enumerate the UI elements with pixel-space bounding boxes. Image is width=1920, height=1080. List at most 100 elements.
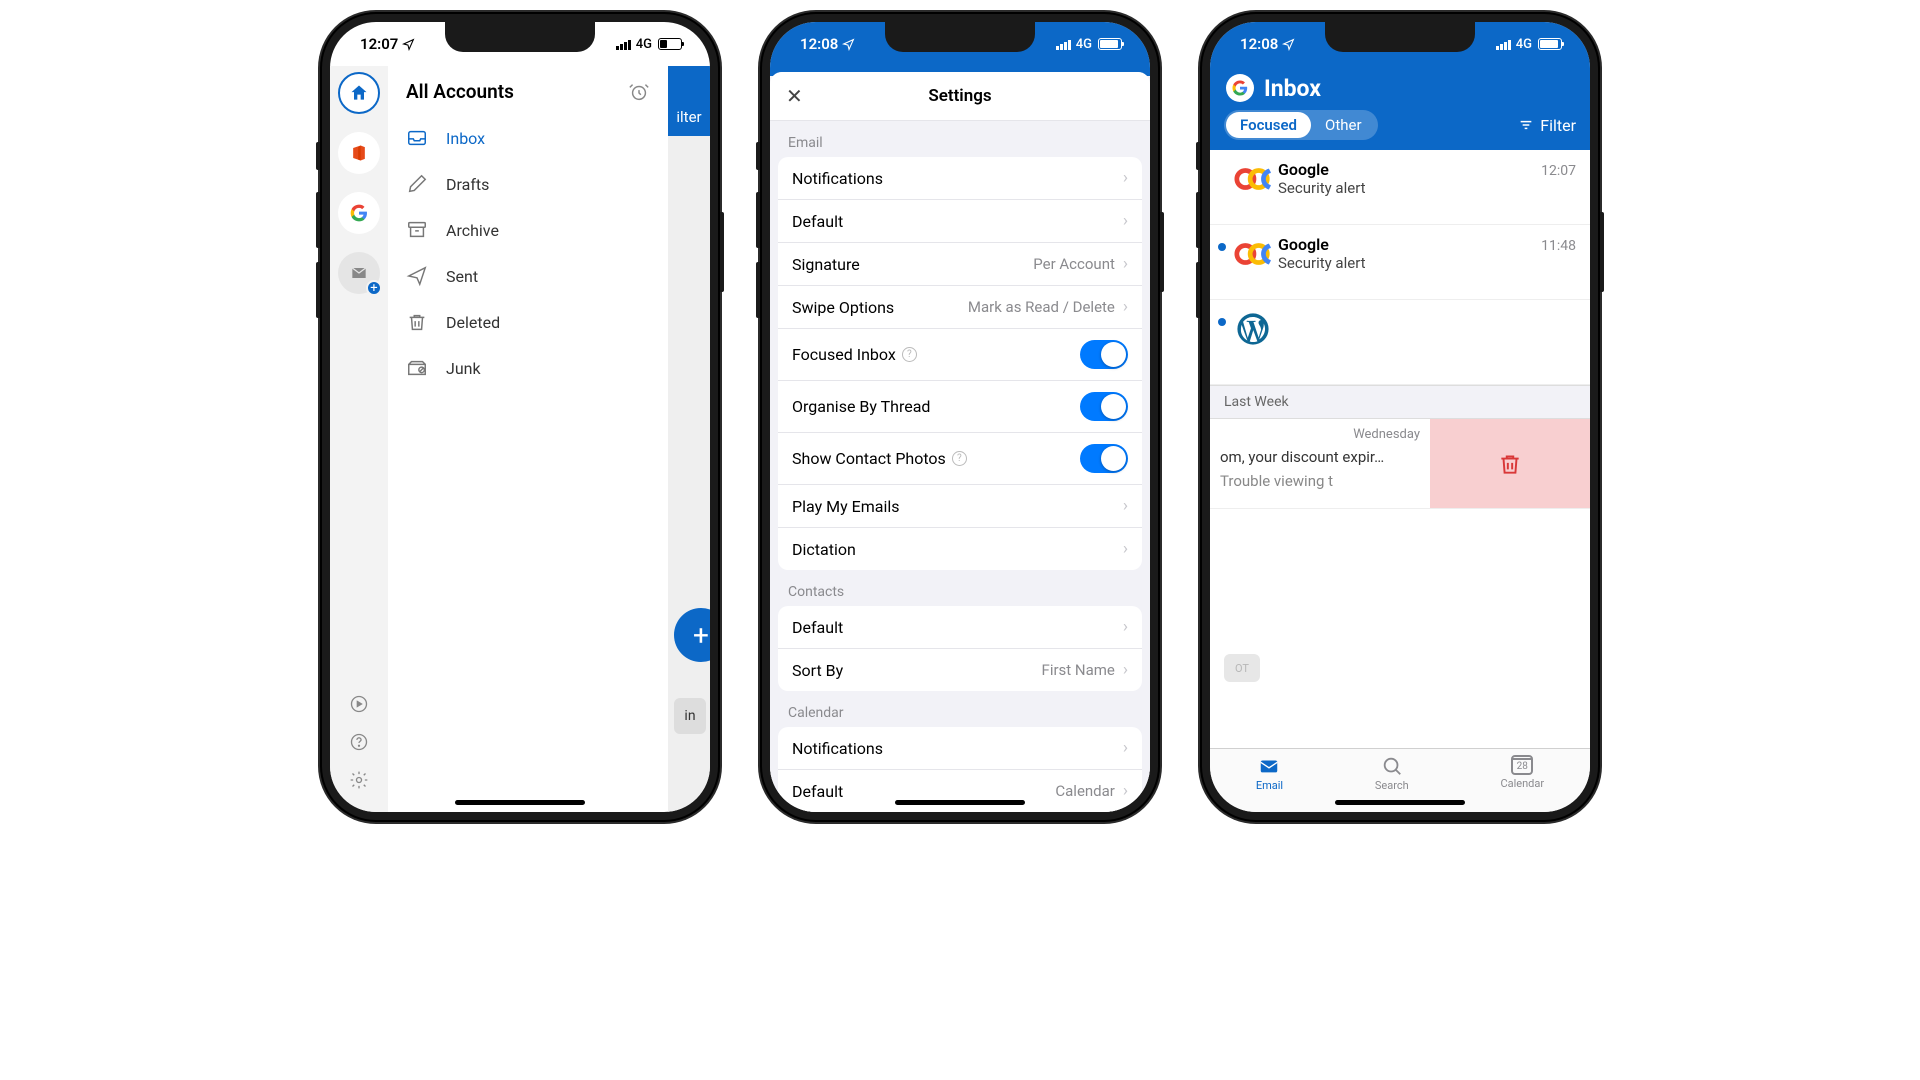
phone-frame-2: 12:08 4G ✕ Settings Email [760,12,1160,822]
archive-icon [406,219,428,241]
folder-inbox[interactable]: Inbox [406,115,668,161]
sender-avatar-icon [1234,160,1272,198]
toggle-focused-inbox[interactable] [1080,340,1128,369]
account-avatar-google[interactable] [1226,74,1254,102]
settings-title: Settings [786,86,1134,106]
message-row[interactable]: Google 12:07 Security alert [1210,150,1590,225]
tab-calendar[interactable]: 28 Calendar [1500,755,1544,790]
row-cal-notifications[interactable]: Notifications › [778,727,1142,769]
section-email-label: Email [770,121,1150,157]
play-icon[interactable] [349,694,369,714]
settings-group-email: Notifications › Default › Signature Per … [778,157,1142,570]
message-subject-partial: om, your discount expir… [1220,448,1420,466]
home-indicator[interactable] [1335,800,1465,805]
chevron-right-icon: › [1123,254,1128,274]
inbox-icon [406,127,428,149]
chevron-right-icon: › [1123,496,1128,516]
row-organise-thread: Organise By Thread [778,380,1142,432]
network-label: 4G [1516,37,1532,52]
account-rail: + [330,66,388,812]
section-contacts-label: Contacts [770,570,1150,606]
location-icon [842,38,855,51]
row-dictation[interactable]: Dictation › [778,527,1142,570]
row-signature[interactable]: Signature Per Account › [778,242,1142,285]
rail-add-account[interactable]: + [338,252,380,294]
row-sort-by[interactable]: Sort By First Name › [778,648,1142,691]
message-day: Wednesday [1220,427,1420,442]
chevron-right-icon: › [1123,781,1128,801]
message-row[interactable]: Google 11:48 Security alert [1210,225,1590,300]
rail-google-account[interactable] [338,192,380,234]
home-indicator[interactable] [455,800,585,805]
message-sender: Google [1278,160,1329,179]
focused-other-segment: Focused Other [1224,110,1378,140]
folder-deleted[interactable]: Deleted [406,299,668,345]
toggle-contact-photos[interactable] [1080,444,1128,473]
message-row[interactable] [1210,300,1590,385]
folder-label: Sent [446,267,478,286]
sender-avatar-wordpress-icon [1234,310,1272,348]
message-subject: Security alert [1278,179,1576,197]
folder-drawer: All Accounts Inbox Drafts [388,66,668,812]
folder-drafts[interactable]: Drafts [406,161,668,207]
swipe-delete-action[interactable] [1430,419,1590,508]
section-last-week: Last Week [1210,385,1590,419]
message-subject: Security alert [1278,254,1576,272]
row-notifications[interactable]: Notifications › [778,157,1142,199]
partial-avatar: OT [1224,654,1260,682]
help-icon[interactable] [349,732,369,752]
message-preview-partial: Trouble viewing t [1220,472,1420,490]
close-icon[interactable]: ✕ [786,84,803,108]
settings-gear-icon[interactable] [349,770,369,790]
rail-office-account[interactable] [338,132,380,174]
sent-icon [406,265,428,287]
row-contacts-default[interactable]: Default › [778,606,1142,648]
battery-icon [1098,38,1122,50]
row-cal-default[interactable]: Default Calendar › [778,769,1142,812]
signal-icon [616,39,632,50]
filter-partial-text: ilter [676,108,701,126]
chevron-right-icon: › [1123,539,1128,559]
location-icon [1282,38,1295,51]
message-row-swiped[interactable]: Wednesday om, your discount expir… Troub… [1210,419,1590,509]
row-play-my-emails[interactable]: Play My Emails › [778,484,1142,527]
network-label: 4G [636,37,652,52]
status-time: 12:08 [1240,35,1278,53]
tab-search[interactable]: Search [1375,755,1409,792]
junk-icon [406,357,428,379]
row-default[interactable]: Default › [778,199,1142,242]
alarm-icon[interactable] [628,81,650,103]
segment-other[interactable]: Other [1311,112,1376,138]
settings-group-contacts: Default › Sort By First Name › [778,606,1142,691]
tab-email[interactable]: Email [1256,755,1283,792]
home-indicator[interactable] [895,800,1025,805]
settings-header: ✕ Settings [770,72,1150,121]
message-list[interactable]: Google 12:07 Security alert Google [1210,150,1590,748]
unread-dot-icon [1218,318,1226,326]
chevron-right-icon: › [1123,617,1128,637]
phone-frame-1: 12:07 4G [320,12,720,822]
filter-button[interactable]: Filter [1518,116,1576,135]
toggle-organise-thread[interactable] [1080,392,1128,421]
help-badge-icon[interactable]: ? [952,451,967,466]
row-swipe-options[interactable]: Swipe Options Mark as Read / Delete › [778,285,1142,328]
partial-button[interactable]: in [674,698,706,734]
chevron-right-icon: › [1123,660,1128,680]
folder-sent[interactable]: Sent [406,253,668,299]
sender-avatar-icon [1234,235,1272,273]
compose-fab[interactable]: + [674,608,710,662]
network-label: 4G [1076,37,1092,52]
background-inbox-slice: ilter + in [668,66,710,812]
folder-junk[interactable]: Junk [406,345,668,391]
unread-dot-icon [1218,243,1226,251]
folder-label: Archive [446,221,499,240]
chevron-right-icon: › [1123,211,1128,231]
drawer-title: All Accounts [406,80,514,103]
trash-icon [406,311,428,333]
segment-focused[interactable]: Focused [1226,112,1311,138]
help-badge-icon[interactable]: ? [902,347,917,362]
folder-archive[interactable]: Archive [406,207,668,253]
plus-icon: + [693,619,709,652]
rail-home[interactable] [338,72,380,114]
location-icon [402,38,415,51]
